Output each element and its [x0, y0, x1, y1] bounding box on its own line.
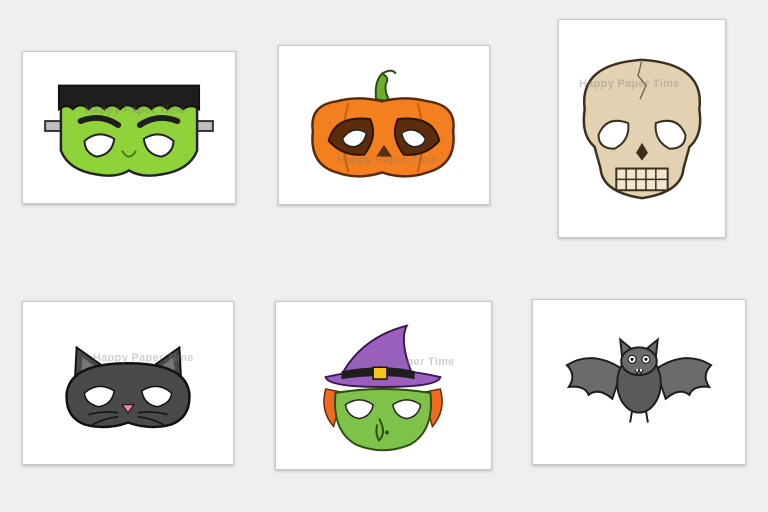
skull-mask-card[interactable]: Happy Paper Time — [558, 19, 726, 238]
bat-mask-image — [565, 337, 713, 423]
cat-mask-card[interactable]: Happy Paper Time — [22, 301, 234, 465]
pumpkin-mask-card[interactable]: Happy Paper Time — [278, 45, 490, 205]
cat-mask-image — [65, 345, 191, 429]
bat-mask-card[interactable] — [532, 299, 746, 465]
witch-mask-image — [323, 324, 443, 452]
frankenstein-mask-card[interactable]: Happy Paper Time — [22, 51, 236, 204]
witch-mask-card[interactable]: Happy Paper Time — [275, 301, 492, 470]
skull-mask-image — [582, 58, 702, 200]
frankenstein-mask-image — [44, 84, 214, 177]
pumpkin-mask-image — [311, 69, 455, 178]
